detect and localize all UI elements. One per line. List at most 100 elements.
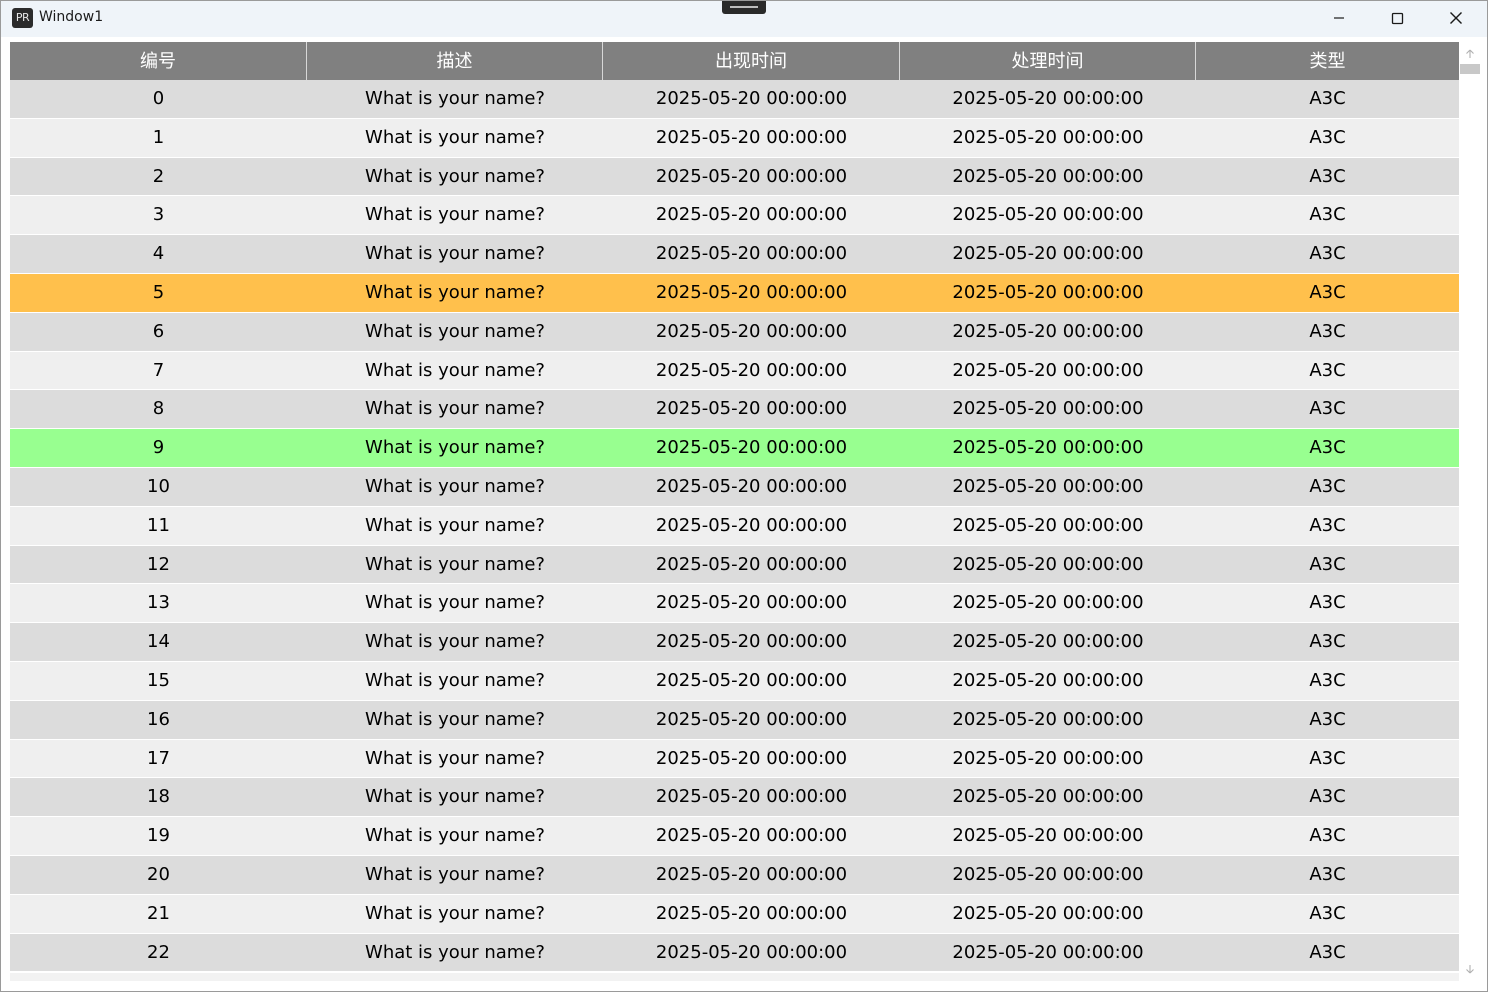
table-row[interactable]: 2 What is your name? 2025-05-20 00:00:00 20… xyxy=(10,157,1459,197)
cell-occur-time: 2025-05-20 00:00:00 xyxy=(655,786,848,808)
cell-id: 1 xyxy=(152,126,165,148)
table-row[interactable]: 9 What is your name? 2025-05-20 00:00:00 20… xyxy=(10,429,1459,468)
cell-type: A3C xyxy=(1309,514,1346,536)
cell-type: A3C xyxy=(1309,243,1346,265)
cell-handle-time: 2025-05-20 00:00:00 xyxy=(952,165,1144,187)
table-row[interactable]: 12 What is your name? 2025-05-20 00:00:00 2… xyxy=(10,545,1459,585)
cell-id: 10 xyxy=(147,475,170,497)
cell-handle-time: 2025-05-20 00:00:00 xyxy=(952,320,1144,342)
cell-handle-time: 2025-05-20 00:00:00 xyxy=(952,475,1144,497)
cell-handle-time: 2025-05-20 00:00:00 xyxy=(952,592,1144,614)
cell-id: 9 xyxy=(152,437,165,459)
cell-handle-time: 2025-05-20 00:00:00 xyxy=(952,747,1144,769)
app-icon: PR xyxy=(12,8,33,28)
cell-description: What is your name? xyxy=(365,204,545,226)
cell-type: A3C xyxy=(1309,592,1346,614)
cell-id: 19 xyxy=(147,825,170,847)
cell-description: What is your name? xyxy=(365,708,545,730)
cell-handle-time: 2025-05-20 00:00:00 xyxy=(952,708,1144,730)
cell-handle-time: 2025-05-20 00:00:00 xyxy=(952,88,1144,109)
cell-handle-time: 2025-05-20 00:00:00 xyxy=(952,281,1144,303)
scroll-down-button[interactable] xyxy=(1459,958,1481,980)
table-row[interactable]: 17 What is your name? 2025-05-20 00:00:00 2… xyxy=(10,739,1459,779)
table-row[interactable]: 0 What is your name? 2025-05-20 00:00:00 20… xyxy=(10,80,1459,119)
table-row[interactable]: 18 What is your name? 2025-05-20 00:00:00 2… xyxy=(10,778,1459,818)
column-header-type[interactable]: 类型 xyxy=(1196,42,1459,80)
scroll-up-button[interactable] xyxy=(1459,43,1481,65)
table-row[interactable]: 4 What is your name? 2025-05-20 00:00:00 20… xyxy=(10,235,1459,274)
cell-occur-time: 2025-05-20 00:00:00 xyxy=(655,631,848,653)
table-row[interactable]: 3 What is your name? 2025-05-20 00:00:00 20… xyxy=(10,196,1459,236)
title-bar[interactable]: PR Window1 xyxy=(1,1,1487,37)
grid-bottom-edge xyxy=(10,973,1459,981)
arrow-down-icon xyxy=(1466,965,1474,974)
cell-description: What is your name? xyxy=(365,437,545,459)
cell-id: 8 xyxy=(152,398,165,420)
column-header-occur-time[interactable]: 出现时间 xyxy=(603,42,900,80)
minimize-icon xyxy=(1334,17,1344,19)
data-grid: 编号 描述 出现时间 处理时间 类型 0 What is your name? 20… xyxy=(10,42,1459,973)
cell-occur-time: 2025-05-20 00:00:00 xyxy=(655,320,848,342)
cell-description: What is your name? xyxy=(365,747,545,769)
table-row[interactable]: 5 What is your name? 2025-05-20 00:00:00 20… xyxy=(10,273,1459,313)
cell-id: 20 xyxy=(147,863,170,885)
minimize-button[interactable] xyxy=(1310,1,1368,35)
cell-handle-time: 2025-05-20 00:00:00 xyxy=(952,825,1144,847)
cell-occur-time: 2025-05-20 00:00:00 xyxy=(655,359,848,381)
cell-id: 12 xyxy=(147,553,170,575)
cell-description: What is your name? xyxy=(365,165,545,187)
cell-occur-time: 2025-05-20 00:00:00 xyxy=(655,553,848,575)
cell-description: What is your name? xyxy=(365,88,545,109)
table-row[interactable]: 6 What is your name? 2025-05-20 00:00:00 20… xyxy=(10,312,1459,352)
cell-handle-time: 2025-05-20 00:00:00 xyxy=(952,204,1144,226)
table-row[interactable]: 19 What is your name? 2025-05-20 00:00:00 2… xyxy=(10,817,1459,856)
cell-type: A3C xyxy=(1309,204,1346,226)
column-header-handle-time[interactable]: 处理时间 xyxy=(900,42,1196,80)
cell-occur-time: 2025-05-20 00:00:00 xyxy=(655,514,848,536)
cell-type: A3C xyxy=(1309,553,1346,575)
table-row[interactable]: 11 What is your name? 2025-05-20 00:00:00 2… xyxy=(10,506,1459,546)
table-row[interactable]: 13 What is your name? 2025-05-20 00:00:00 2… xyxy=(10,584,1459,624)
cell-id: 22 xyxy=(147,941,170,963)
cell-description: What is your name? xyxy=(365,863,545,885)
maximize-button[interactable] xyxy=(1368,1,1426,35)
cell-id: 5 xyxy=(152,281,165,303)
column-header-description[interactable]: 描述 xyxy=(307,42,603,80)
cell-description: What is your name? xyxy=(365,320,545,342)
vertical-scrollbar[interactable] xyxy=(1459,42,1481,980)
cell-type: A3C xyxy=(1309,126,1346,148)
table-row[interactable]: 10 What is your name? 2025-05-20 00:00:00 2… xyxy=(10,467,1459,507)
table-row[interactable]: 8 What is your name? 2025-05-20 00:00:00 20… xyxy=(10,390,1459,430)
table-row[interactable]: 22 What is your name? 2025-05-20 00:00:00 2… xyxy=(10,933,1459,973)
cell-type: A3C xyxy=(1309,437,1346,459)
cell-handle-time: 2025-05-20 00:00:00 xyxy=(952,941,1144,963)
cell-type: A3C xyxy=(1309,669,1346,691)
cell-handle-time: 2025-05-20 00:00:00 xyxy=(952,553,1144,575)
table-row[interactable]: 20 What is your name? 2025-05-20 00:00:00 2… xyxy=(10,855,1459,895)
table-row[interactable]: 16 What is your name? 2025-05-20 00:00:00 2… xyxy=(10,700,1459,740)
cell-occur-time: 2025-05-20 00:00:00 xyxy=(655,165,848,187)
close-button[interactable] xyxy=(1427,1,1485,35)
table-row[interactable]: 15 What is your name? 2025-05-20 00:00:00 2… xyxy=(10,661,1459,701)
cell-occur-time: 2025-05-20 00:00:00 xyxy=(655,88,848,109)
cell-type: A3C xyxy=(1309,359,1346,381)
cell-description: What is your name? xyxy=(365,243,545,265)
cell-description: What is your name? xyxy=(365,825,545,847)
cell-type: A3C xyxy=(1309,398,1346,420)
cell-type: A3C xyxy=(1309,825,1346,847)
table-row[interactable]: 7 What is your name? 2025-05-20 00:00:00 20… xyxy=(10,351,1459,391)
scroll-thumb[interactable] xyxy=(1460,64,1480,74)
cell-description: What is your name? xyxy=(365,669,545,691)
cell-type: A3C xyxy=(1309,863,1346,885)
table-row[interactable]: 14 What is your name? 2025-05-20 00:00:00 2… xyxy=(10,623,1459,662)
drag-handle-icon[interactable] xyxy=(722,1,766,14)
cell-id: 14 xyxy=(147,631,170,653)
maximize-icon xyxy=(1391,12,1403,24)
table-row[interactable]: 1 What is your name? 2025-05-20 00:00:00 20… xyxy=(10,118,1459,158)
column-header-id[interactable]: 编号 xyxy=(10,42,307,80)
cell-occur-time: 2025-05-20 00:00:00 xyxy=(655,204,848,226)
cell-type: A3C xyxy=(1309,320,1346,342)
cell-id: 0 xyxy=(152,88,165,109)
table-row[interactable]: 21 What is your name? 2025-05-20 00:00:00 2… xyxy=(10,894,1459,934)
cell-occur-time: 2025-05-20 00:00:00 xyxy=(655,747,848,769)
